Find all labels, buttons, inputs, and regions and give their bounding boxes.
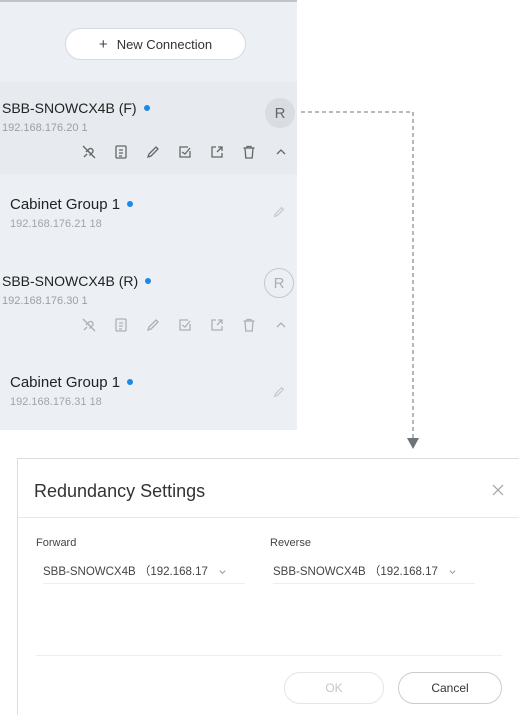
cancel-button[interactable]: Cancel xyxy=(398,672,502,704)
device-item-reverse[interactable]: SBB-SNOWCX4B (R) 192.168.176.30 1 R xyxy=(0,246,297,342)
group-ip: 192.168.176.21 18 xyxy=(10,218,102,230)
close-icon[interactable] xyxy=(487,479,509,501)
edit-icon[interactable] xyxy=(141,315,165,335)
dialog-header-divider xyxy=(18,517,519,518)
device-toolbar xyxy=(77,142,293,162)
edit-icon[interactable] xyxy=(141,142,165,162)
delete-icon[interactable] xyxy=(237,142,261,162)
device-name: SBB-SNOWCX4B (F) xyxy=(2,100,150,116)
export-icon[interactable] xyxy=(205,315,229,335)
forward-select-value: SBB-SNOWCX4B （192.168.17 xyxy=(43,566,208,578)
redundancy-settings-dialog: Redundancy Settings Forward SBB-SNOWCX4B… xyxy=(17,458,519,715)
group-name: Cabinet Group 1 xyxy=(10,374,134,391)
connection-panel: + New Connection SBB-SNOWCX4B (F) 192.16… xyxy=(0,0,297,430)
dialog-footer-divider xyxy=(36,655,502,656)
chevron-down-icon xyxy=(218,566,228,576)
delete-icon[interactable] xyxy=(237,315,261,335)
status-dot xyxy=(145,278,152,285)
check-box-icon[interactable] xyxy=(173,315,197,335)
group-item[interactable]: Cabinet Group 1 192.168.176.31 18 xyxy=(0,342,297,430)
copy-icon[interactable] xyxy=(109,315,133,335)
role-badge[interactable]: R xyxy=(264,268,294,298)
reverse-select[interactable]: SBB-SNOWCX4B （192.168.17 xyxy=(273,559,475,584)
status-dot xyxy=(127,201,134,208)
edit-group-icon[interactable] xyxy=(269,382,289,402)
chevron-down-icon xyxy=(448,566,458,576)
device-item-forward[interactable]: SBB-SNOWCX4B (F) 192.168.176.20 1 R xyxy=(0,82,297,174)
panel-top-divider xyxy=(0,0,297,2)
reverse-select-value: SBB-SNOWCX4B （192.168.17 xyxy=(273,566,438,578)
disconnect-icon[interactable] xyxy=(77,315,101,335)
collapse-chevron-icon[interactable] xyxy=(269,142,293,162)
reverse-label: Reverse xyxy=(270,537,311,549)
group-ip: 192.168.176.31 18 xyxy=(10,396,102,408)
role-badge[interactable]: R xyxy=(265,98,295,128)
disconnect-icon[interactable] xyxy=(77,142,101,162)
device-ip: 192.168.176.30 1 xyxy=(2,295,88,307)
group-name: Cabinet Group 1 xyxy=(10,196,134,213)
new-connection-label: New Connection xyxy=(116,36,213,52)
export-icon[interactable] xyxy=(205,142,229,162)
status-dot xyxy=(127,379,134,386)
forward-label: Forward xyxy=(36,537,77,549)
device-toolbar xyxy=(77,315,293,335)
edit-group-icon[interactable] xyxy=(269,202,289,222)
device-ip: 192.168.176.20 1 xyxy=(2,122,88,134)
dialog-title: Redundancy Settings xyxy=(34,481,206,501)
status-dot xyxy=(143,105,150,112)
device-name: SBB-SNOWCX4B (R) xyxy=(2,273,152,289)
ok-button[interactable]: OK xyxy=(284,672,384,704)
group-item[interactable]: Cabinet Group 1 192.168.176.21 18 xyxy=(0,174,297,246)
plus-icon: + xyxy=(98,35,108,53)
new-connection-button[interactable]: + New Connection xyxy=(65,28,246,60)
collapse-chevron-icon[interactable] xyxy=(269,315,293,335)
copy-icon[interactable] xyxy=(109,142,133,162)
forward-select[interactable]: SBB-SNOWCX4B （192.168.17 xyxy=(43,559,245,584)
check-box-icon[interactable] xyxy=(173,142,197,162)
